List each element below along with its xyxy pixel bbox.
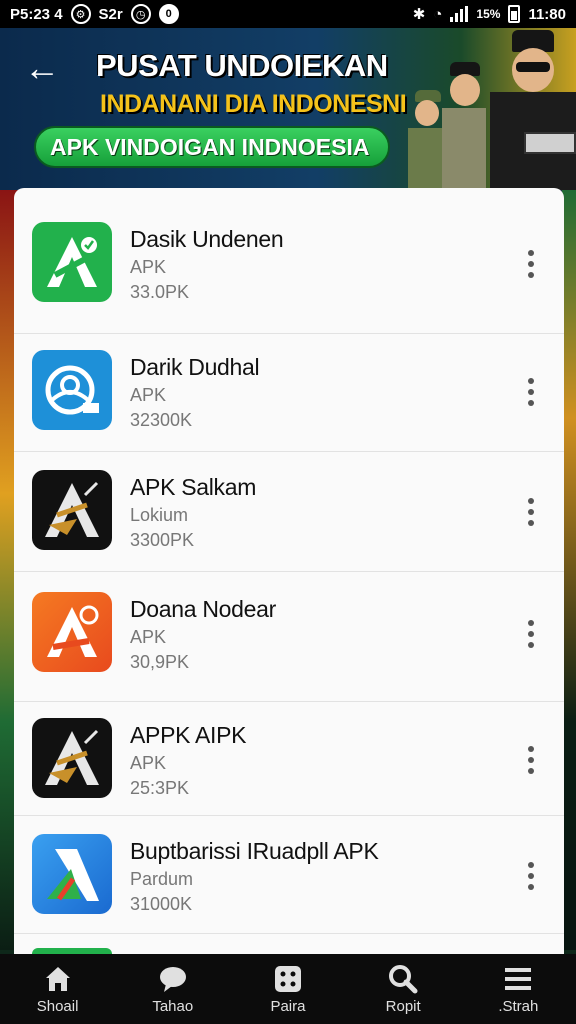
home-icon xyxy=(41,964,75,994)
app-type: Pardum xyxy=(130,869,194,889)
more-options-button[interactable] xyxy=(516,614,546,654)
app-name: Doana Nodear xyxy=(130,596,277,622)
app-name: APK Salkam xyxy=(130,474,257,500)
notification-icon: ⚙ xyxy=(70,4,91,24)
app-size: 31000K xyxy=(130,894,193,914)
page-title: PUSAT UNDOIEKAN xyxy=(96,48,388,83)
nav-menu[interactable]: .Strah xyxy=(468,964,568,1015)
app-size: 3300PK xyxy=(130,530,195,550)
app-type: Lokium xyxy=(130,505,189,525)
nav-label: Ropit xyxy=(385,997,421,1015)
alarm-icon: ◷ xyxy=(130,4,151,24)
app-row[interactable]: Buptbarissi IRuadpll APK Pardum 31000K xyxy=(14,816,564,934)
more-options-button[interactable] xyxy=(516,856,546,896)
app-list: Dasik Undenen APK 33.0PK Darik Dudhal AP… xyxy=(14,188,564,954)
banner-illustration xyxy=(406,28,576,190)
app-size: 33.0PK xyxy=(130,282,190,302)
nav-label: .Strah xyxy=(498,997,539,1015)
status-carrier: S2r xyxy=(98,5,123,23)
bottom-nav: Shoail Tahao Paira Ropit .Strah xyxy=(0,954,576,1024)
search-icon xyxy=(386,964,420,994)
bluetooth-icon: ✱ xyxy=(412,6,426,23)
app-info: Doana Nodear APK 30,9PK xyxy=(130,596,516,673)
apps-icon xyxy=(271,964,305,994)
nav-label: Tahao xyxy=(152,997,194,1015)
signal-icon xyxy=(450,6,469,22)
app-size: 30,9PK xyxy=(130,652,190,672)
background-right-strip xyxy=(562,190,576,950)
app-info: APK Salkam Lokium 3300PK xyxy=(130,474,516,551)
more-options-button[interactable] xyxy=(516,492,546,532)
more-options-button[interactable] xyxy=(516,244,546,284)
blue-a-icon xyxy=(32,834,112,914)
app-type: APK xyxy=(130,627,167,647)
app-size: 25:3PK xyxy=(130,778,190,798)
more-options-button[interactable] xyxy=(516,372,546,412)
app-row[interactable]: APK Salkam Lokium 3300PK xyxy=(14,452,564,572)
app-type: APK xyxy=(130,753,167,773)
menu-icon xyxy=(501,964,535,994)
dark-a-icon xyxy=(32,470,112,550)
app-name: Darik Dudhal xyxy=(130,354,260,380)
blue-globe-icon xyxy=(32,350,112,430)
nav-label: Paira xyxy=(270,997,306,1015)
app-info: APPK AIPK APK 25:3PK xyxy=(130,722,516,799)
status-right: ✱ ◔ 15% 11:80 xyxy=(413,5,566,23)
app-row[interactable]: Darik Dudhal APK 32300K xyxy=(14,334,564,452)
app-type: APK xyxy=(130,385,167,405)
nav-home[interactable]: Shoail xyxy=(8,964,108,1015)
app-name: Buptbarissi IRuadpll APK xyxy=(130,838,379,864)
notification-dot-icon: 0 xyxy=(158,4,179,24)
green-a-icon xyxy=(32,222,112,302)
back-arrow-icon: ← xyxy=(24,47,60,88)
wifi-icon: ◔ xyxy=(433,5,443,23)
nav-search[interactable]: Ropit xyxy=(353,964,453,1015)
page-subtitle: INDANANI DIA INDONESNI xyxy=(100,90,407,118)
header-banner: ← PUSAT UNDOIEKAN INDANANI DIA INDONESNI… xyxy=(0,28,576,190)
nav-label: Shoail xyxy=(36,997,79,1015)
app-row[interactable]: Doana Nodear APK 30,9PK xyxy=(14,572,564,702)
status-clock: 11:80 xyxy=(528,5,566,23)
battery-percent: 15% xyxy=(476,7,501,21)
app-size: 32300K xyxy=(130,410,193,430)
status-time-left: P5:23 4 xyxy=(10,5,63,23)
battery-icon xyxy=(508,5,521,23)
app-info: Dasik Undenen APK 33.0PK xyxy=(130,226,516,303)
app-info: Buptbarissi IRuadpll APK Pardum 31000K xyxy=(130,838,516,915)
app-name: APPK AIPK xyxy=(130,722,247,748)
dark-a-icon xyxy=(32,718,112,798)
category-pill: APK VINDOIGAN INDNOESIA xyxy=(34,126,390,168)
back-button[interactable]: ← xyxy=(22,47,62,88)
chat-icon xyxy=(156,964,190,994)
status-left: P5:23 4 ⚙ S2r ◷ 0 xyxy=(10,4,179,24)
nav-chat[interactable]: Tahao xyxy=(123,964,223,1015)
app-row[interactable]: APPK AIPK APK 25:3PK xyxy=(14,702,564,816)
app-name: Dasik Undenen xyxy=(130,226,284,252)
app-row[interactable]: Dasik Undenen APK 33.0PK xyxy=(14,188,564,334)
more-options-button[interactable] xyxy=(516,740,546,780)
orange-a-icon xyxy=(32,592,112,672)
app-info: Darik Dudhal APK 32300K xyxy=(130,354,516,431)
app-type: APK xyxy=(130,257,167,277)
status-bar: P5:23 4 ⚙ S2r ◷ 0 ✱ ◔ 15% 11:80 xyxy=(0,0,576,28)
nav-apps[interactable]: Paira xyxy=(238,964,338,1015)
